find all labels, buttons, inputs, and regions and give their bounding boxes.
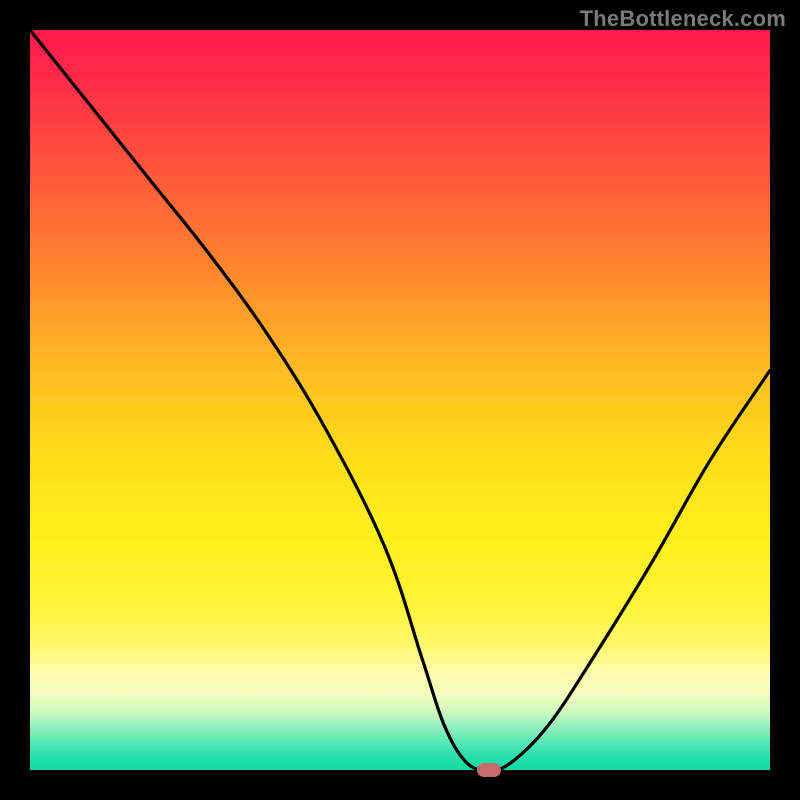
watermark-text: TheBottleneck.com bbox=[580, 6, 786, 32]
curve-layer bbox=[30, 30, 770, 770]
minimum-marker bbox=[477, 763, 501, 777]
bottleneck-curve-path bbox=[30, 30, 770, 770]
chart-frame: TheBottleneck.com bbox=[0, 0, 800, 800]
plot-area bbox=[30, 30, 770, 770]
